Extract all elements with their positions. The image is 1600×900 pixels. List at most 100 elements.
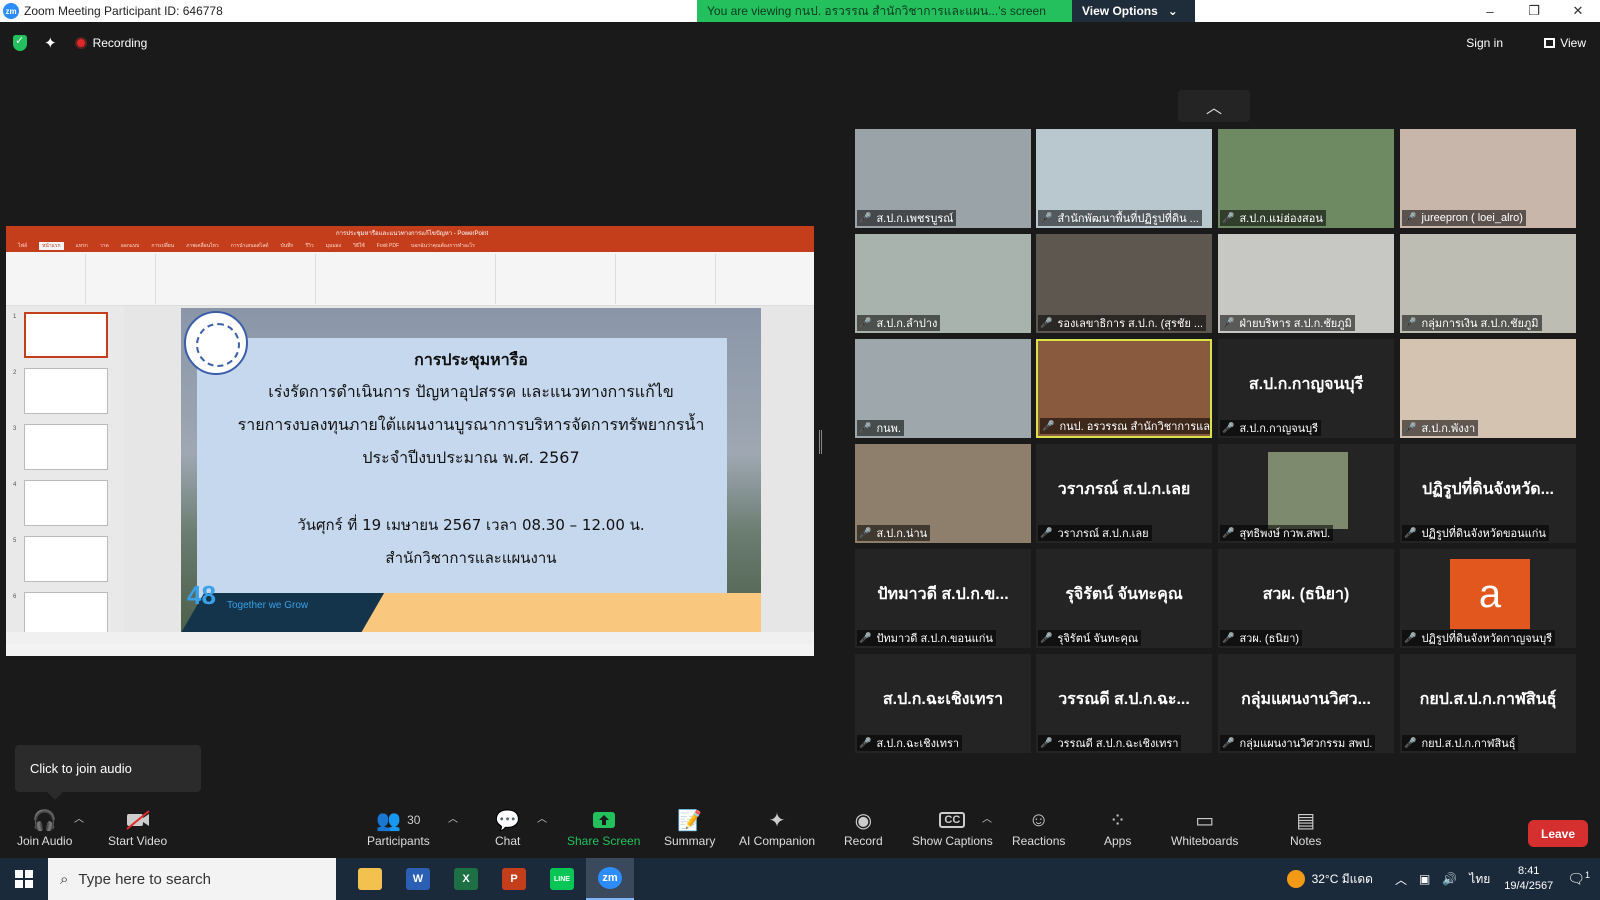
view-button[interactable]: View — [1544, 36, 1586, 50]
participant-tile[interactable]: 🎤 ส.ป.ก.เพชรบูรณ์ — [855, 129, 1031, 228]
volume-icon[interactable]: 🔊 — [1442, 872, 1457, 886]
participant-tile[interactable]: 🎤 รองเลขาธิการ ส.ป.ก. (สุรชัย ... — [1036, 234, 1212, 333]
participant-label: 🎤 กนป. อรวรรณ สำนักวิชาการและ... — [1040, 418, 1210, 434]
powerpoint-tab[interactable]: การนำเสนอสไลด์ — [231, 242, 269, 250]
participant-name: กยป.ส.ป.ก.กาฬสินธุ์ — [1419, 691, 1557, 708]
chat-button[interactable]: 💬 Chat — [495, 806, 520, 849]
share-screen-button[interactable]: Share Screen — [567, 806, 640, 848]
chevron-up-icon: ︿ — [1205, 100, 1222, 117]
join-audio-button[interactable]: 🎧 Join Audio — [17, 806, 72, 849]
mic-muted-icon: 🎤 — [1404, 632, 1417, 644]
ribbon-group — [156, 254, 316, 304]
minimize-button[interactable]: – — [1468, 0, 1512, 22]
participants-caret-icon[interactable]: ︿ — [448, 810, 458, 825]
mic-muted-icon: 🎤 — [1222, 527, 1235, 539]
recording-indicator[interactable]: Recording — [74, 36, 147, 50]
participant-label-text: ส.ป.ก.กาญจนบุรี — [1239, 423, 1319, 435]
participant-tile[interactable]: กยป.ส.ป.ก.กาฬสินธุ์ 🎤 กยป.ส.ป.ก.กาฬสินธุ์ — [1400, 654, 1576, 753]
participant-tile[interactable]: ส.ป.ก.กาญจนบุรี 🎤 ส.ป.ก.กาญจนบุรี — [1218, 339, 1394, 438]
tray-overflow-icon[interactable]: ︿ — [1395, 871, 1407, 888]
participant-tile[interactable]: 🎤 ส.ป.ก.พังงา — [1400, 339, 1576, 438]
participant-tile[interactable]: 🎤 jureepron ( loei_alro) — [1400, 129, 1576, 228]
windows-start-icon[interactable] — [0, 870, 48, 888]
captions-caret-icon[interactable]: ︿ — [982, 810, 992, 825]
record-button[interactable]: ◉ Record — [844, 806, 883, 849]
powerpoint-icon[interactable]: P — [490, 858, 538, 900]
maximize-button[interactable]: ❐ — [1512, 0, 1556, 22]
ai-companion-button[interactable]: ✦ AI Companion — [739, 806, 815, 849]
participant-tile[interactable]: 🎤 ส.ป.ก.น่าน — [855, 444, 1031, 543]
participant-tile[interactable]: ปฏิรูปที่ดินจังหวัด... 🎤 ปฏิรูปที่ดินจังหว… — [1400, 444, 1576, 543]
chat-caret-icon[interactable]: ︿ — [537, 810, 547, 825]
powerpoint-tab[interactable]: วาด — [100, 242, 109, 250]
participant-tile[interactable]: 🎤 กนป. อรวรรณ สำนักวิชาการและ... — [1036, 339, 1212, 438]
leave-button[interactable]: Leave — [1528, 820, 1588, 847]
split-divider-handle[interactable] — [819, 430, 822, 454]
weather-text[interactable]: 32°C มีแดด — [1312, 870, 1373, 889]
powerpoint-tab[interactable]: แทรก — [76, 242, 88, 250]
collapse-gallery-button[interactable]: ︿ — [1178, 90, 1250, 122]
viewing-message: You are viewing กนป. อรวรรณ สำนักวิชาการ… — [697, 0, 1072, 22]
zoom-logo-icon: zm — [3, 3, 19, 19]
participant-tile[interactable]: ส.ป.ก.ฉะเชิงเทรา 🎤 ส.ป.ก.ฉะเชิงเทรา — [855, 654, 1031, 753]
notifications-icon[interactable]: 🗨1 — [1567, 870, 1590, 888]
apps-button[interactable]: ⁘ Apps — [1104, 806, 1131, 849]
notes-button[interactable]: ▤ Notes — [1290, 806, 1321, 849]
powerpoint-tab[interactable]: บันทึก — [281, 242, 294, 250]
slide-thumbnail[interactable] — [24, 424, 108, 470]
sign-in-button[interactable]: Sign in — [1466, 36, 1503, 50]
mic-muted-icon: 🎤 — [1404, 212, 1417, 224]
participant-tile[interactable]: a 🎤 ปฏิรูปที่ดินจังหวัดกาญจนบุรี — [1400, 549, 1576, 648]
participant-tile[interactable]: 🎤 ส.ป.ก.ลำปาง — [855, 234, 1031, 333]
search-icon: ⌕ — [60, 870, 69, 888]
show-captions-button[interactable]: CC Show Captions — [912, 806, 993, 848]
whiteboards-button[interactable]: ▭ Whiteboards — [1171, 806, 1238, 849]
language-indicator[interactable]: ไทย — [1469, 870, 1490, 889]
powerpoint-tab[interactable]: รีวิว — [305, 242, 313, 250]
powerpoint-tab[interactable]: ภาพเคลื่อนไหว — [186, 242, 219, 250]
word-icon[interactable]: W — [394, 858, 442, 900]
slide-thumbnail[interactable] — [24, 312, 108, 358]
participants-button[interactable]: 👥 30 Participants — [367, 806, 430, 849]
summary-button[interactable]: 📝 Summary — [664, 806, 715, 849]
participant-tile[interactable]: วรรณดี ส.ป.ก.ฉะ... 🎤 วรรณดี ส.ป.ก.ฉะเชิงเท… — [1036, 654, 1212, 753]
participant-tile[interactable]: 🎤 สำนักพัฒนาพื้นที่ปฏิรูปที่ดิน ... — [1036, 129, 1212, 228]
excel-icon[interactable]: X — [442, 858, 490, 900]
reactions-button[interactable]: ☺ Reactions — [1012, 806, 1065, 849]
view-options-button[interactable]: View Options ⌄ — [1072, 0, 1195, 22]
zoom-icon[interactable]: zm — [586, 858, 634, 900]
close-button[interactable]: ✕ — [1556, 0, 1600, 22]
file-explorer-icon[interactable] — [346, 858, 394, 900]
slide-thumbnail[interactable] — [24, 480, 108, 526]
powerpoint-tab[interactable]: Foxit PDF — [377, 243, 399, 249]
ai-sparkle-icon[interactable]: ✦ — [44, 34, 57, 52]
participant-tile[interactable]: 🎤 กนพ. — [855, 339, 1031, 438]
participant-tile[interactable]: กลุ่มแผนงานวิศว... 🎤 กลุ่มแผนงานวิศวกรรม ส… — [1218, 654, 1394, 753]
powerpoint-tab[interactable]: ออกแบบ — [121, 242, 140, 250]
security-shield-icon[interactable] — [13, 34, 27, 51]
participant-tile[interactable]: สวผ. (ธนิยา) 🎤 สวผ. (ธนิยา) — [1218, 549, 1394, 648]
powerpoint-tab[interactable]: มุมมอง — [326, 242, 341, 250]
slide-thumbnail[interactable] — [24, 536, 108, 582]
participant-tile[interactable]: 🎤 สุทธิพงษ์ กวพ.สพป. — [1218, 444, 1394, 543]
participant-tile[interactable]: 🎤 ฝ่ายบริหาร ส.ป.ก.ชัยภูมิ — [1218, 234, 1394, 333]
slide-thumbnail[interactable] — [24, 368, 108, 414]
powerpoint-tab[interactable]: วิธีใช้ — [353, 242, 365, 250]
powerpoint-tab[interactable]: การเปลี่ยน — [151, 242, 174, 250]
taskbar-clock[interactable]: 8:41 19/4/2567 — [1504, 864, 1553, 894]
network-icon[interactable]: ▣ — [1419, 872, 1430, 886]
participant-tile[interactable]: ปัทมาวดี ส.ป.ก.ข... 🎤 ปัทมาวดี ส.ป.ก.ขอนแก… — [855, 549, 1031, 648]
start-video-button[interactable]: Start Video — [108, 806, 167, 848]
audio-options-caret-icon[interactable]: ︿ — [74, 810, 84, 825]
participant-tile[interactable]: วราภรณ์ ส.ป.ก.เลย 🎤 วราภรณ์ ส.ป.ก.เลย — [1036, 444, 1212, 543]
taskbar-search-input[interactable]: ⌕ Type here to search — [48, 858, 336, 900]
line-icon[interactable]: LINE — [538, 858, 586, 900]
participant-tile[interactable]: 🎤 กลุ่มการเงิน ส.ป.ก.ชัยภูมิ — [1400, 234, 1576, 333]
participant-tile[interactable]: รุจิรัตน์ จันทะคุณ 🎤 รุจิรัตน์ จันทะคุณ — [1036, 549, 1212, 648]
current-slide: การประชุมหารือ เร่งรัดการดำเนินการ ปัญหา… — [181, 308, 761, 633]
powerpoint-tab[interactable]: ไฟล์ — [18, 242, 27, 250]
powerpoint-tab[interactable]: บอกฉันว่าคุณต้องการทำอะไร — [411, 242, 475, 250]
participant-tile[interactable]: 🎤 ส.ป.ก.แม่ฮ่องสอน — [1218, 129, 1394, 228]
powerpoint-tab[interactable]: หน้าแรก — [39, 241, 64, 250]
thumb-number: 4 — [13, 482, 17, 488]
